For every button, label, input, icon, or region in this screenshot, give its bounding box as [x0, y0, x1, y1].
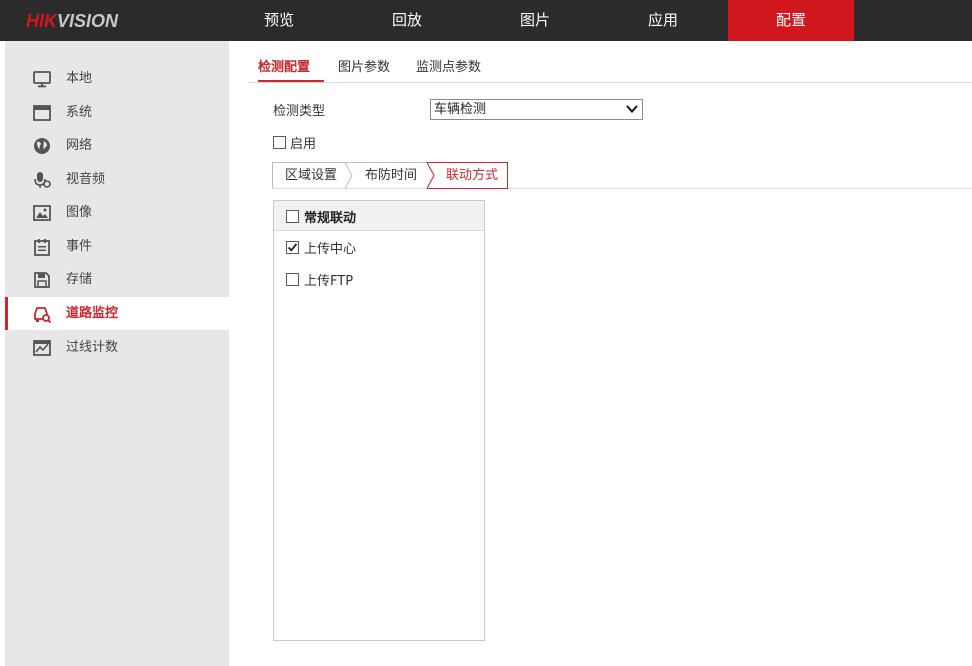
sidebar-item-event[interactable]: 事件: [5, 230, 229, 263]
monitor-icon: [33, 71, 51, 88]
tab-picture-params[interactable]: 图片参数: [338, 54, 390, 82]
sidebar-item-label: 视音频: [66, 172, 106, 187]
step-tab-area-settings[interactable]: 区域设置: [285, 162, 337, 189]
sidebar-item-label: 图像: [66, 205, 93, 220]
sidebar-item-label: 网络: [66, 138, 93, 153]
step-tab-arming-schedule[interactable]: 布防时间: [365, 162, 417, 189]
window-icon: [33, 105, 51, 121]
microphone-camera-icon: [34, 172, 51, 188]
enable-checkbox[interactable]: [273, 136, 286, 149]
chart-counter-icon: [33, 340, 51, 356]
sidebar-item-system[interactable]: 系统: [5, 96, 229, 129]
normal-linkage-label: 常规联动: [304, 211, 357, 226]
sidebar-item-road-monitoring[interactable]: 道路监控: [5, 297, 229, 330]
upload-ftp-label: 上传FTP: [304, 274, 354, 289]
upload-ftp-checkbox[interactable]: [286, 273, 299, 286]
svg-text:HIKVISION: HIKVISION: [26, 11, 119, 31]
sidebar-item-label: 事件: [66, 239, 93, 254]
calendar-icon: [34, 239, 50, 256]
sidebar-item-line-crossing-count[interactable]: 过线计数: [5, 331, 229, 364]
linkage-panel: 常规联动 上传中心 上传FTP: [273, 200, 485, 641]
nav-playback[interactable]: 回放: [343, 0, 471, 41]
sidebar-item-local[interactable]: 本地: [5, 62, 229, 95]
step-tab-linkage-method[interactable]: 联动方式: [446, 162, 498, 189]
upload-center-checkbox[interactable]: [286, 241, 299, 254]
enable-label: 启用: [290, 137, 317, 152]
detection-type-label: 检测类型: [273, 104, 326, 119]
top-navigation-bar: HIKVISION 预览 回放 图片 应用 配置: [0, 0, 972, 41]
step-tabs: 区域设置 布防时间 联动方式: [272, 162, 972, 189]
sidebar-item-image[interactable]: 图像: [5, 196, 229, 229]
tab-detection-config[interactable]: 检测配置: [258, 54, 324, 82]
floppy-disk-icon: [34, 272, 50, 288]
nav-preview[interactable]: 预览: [215, 0, 343, 41]
sidebar-item-label: 存储: [66, 272, 93, 287]
sidebar-item-network[interactable]: 网络: [5, 129, 229, 162]
linkage-panel-header: 常规联动: [274, 201, 484, 231]
sidebar-item-label: 过线计数: [66, 340, 119, 355]
nav-application[interactable]: 应用: [599, 0, 727, 41]
sidebar-item-video-audio[interactable]: 视音频: [5, 163, 229, 196]
detection-type-select[interactable]: 车辆检测: [430, 99, 643, 120]
hikvision-logo: HIKVISION: [26, 11, 119, 31]
vehicle-search-icon: [34, 307, 51, 323]
detection-type-value: 车辆检测: [434, 102, 487, 117]
normal-linkage-checkbox[interactable]: [286, 210, 299, 223]
sidebar-item-label: 本地: [66, 71, 93, 86]
sidebar-item-label: 系统: [66, 105, 93, 120]
nav-configuration[interactable]: 配置: [728, 0, 854, 41]
image-icon: [33, 205, 51, 221]
sidebar-item-storage[interactable]: 存储: [5, 263, 229, 296]
config-subtabs: 检测配置 图片参数 监测点参数: [248, 54, 972, 83]
sidebar: 本地 系统 网络 视音频 图像 事件 存储 道路监控 过线计数: [5, 41, 229, 666]
checkmark-icon: [287, 243, 298, 252]
sidebar-item-label: 道路监控: [66, 306, 119, 321]
chevron-down-icon: [626, 105, 638, 113]
globe-icon: [34, 138, 50, 154]
upload-center-label: 上传中心: [304, 242, 357, 257]
tab-monitoring-point-params[interactable]: 监测点参数: [416, 54, 481, 82]
nav-picture[interactable]: 图片: [471, 0, 599, 41]
